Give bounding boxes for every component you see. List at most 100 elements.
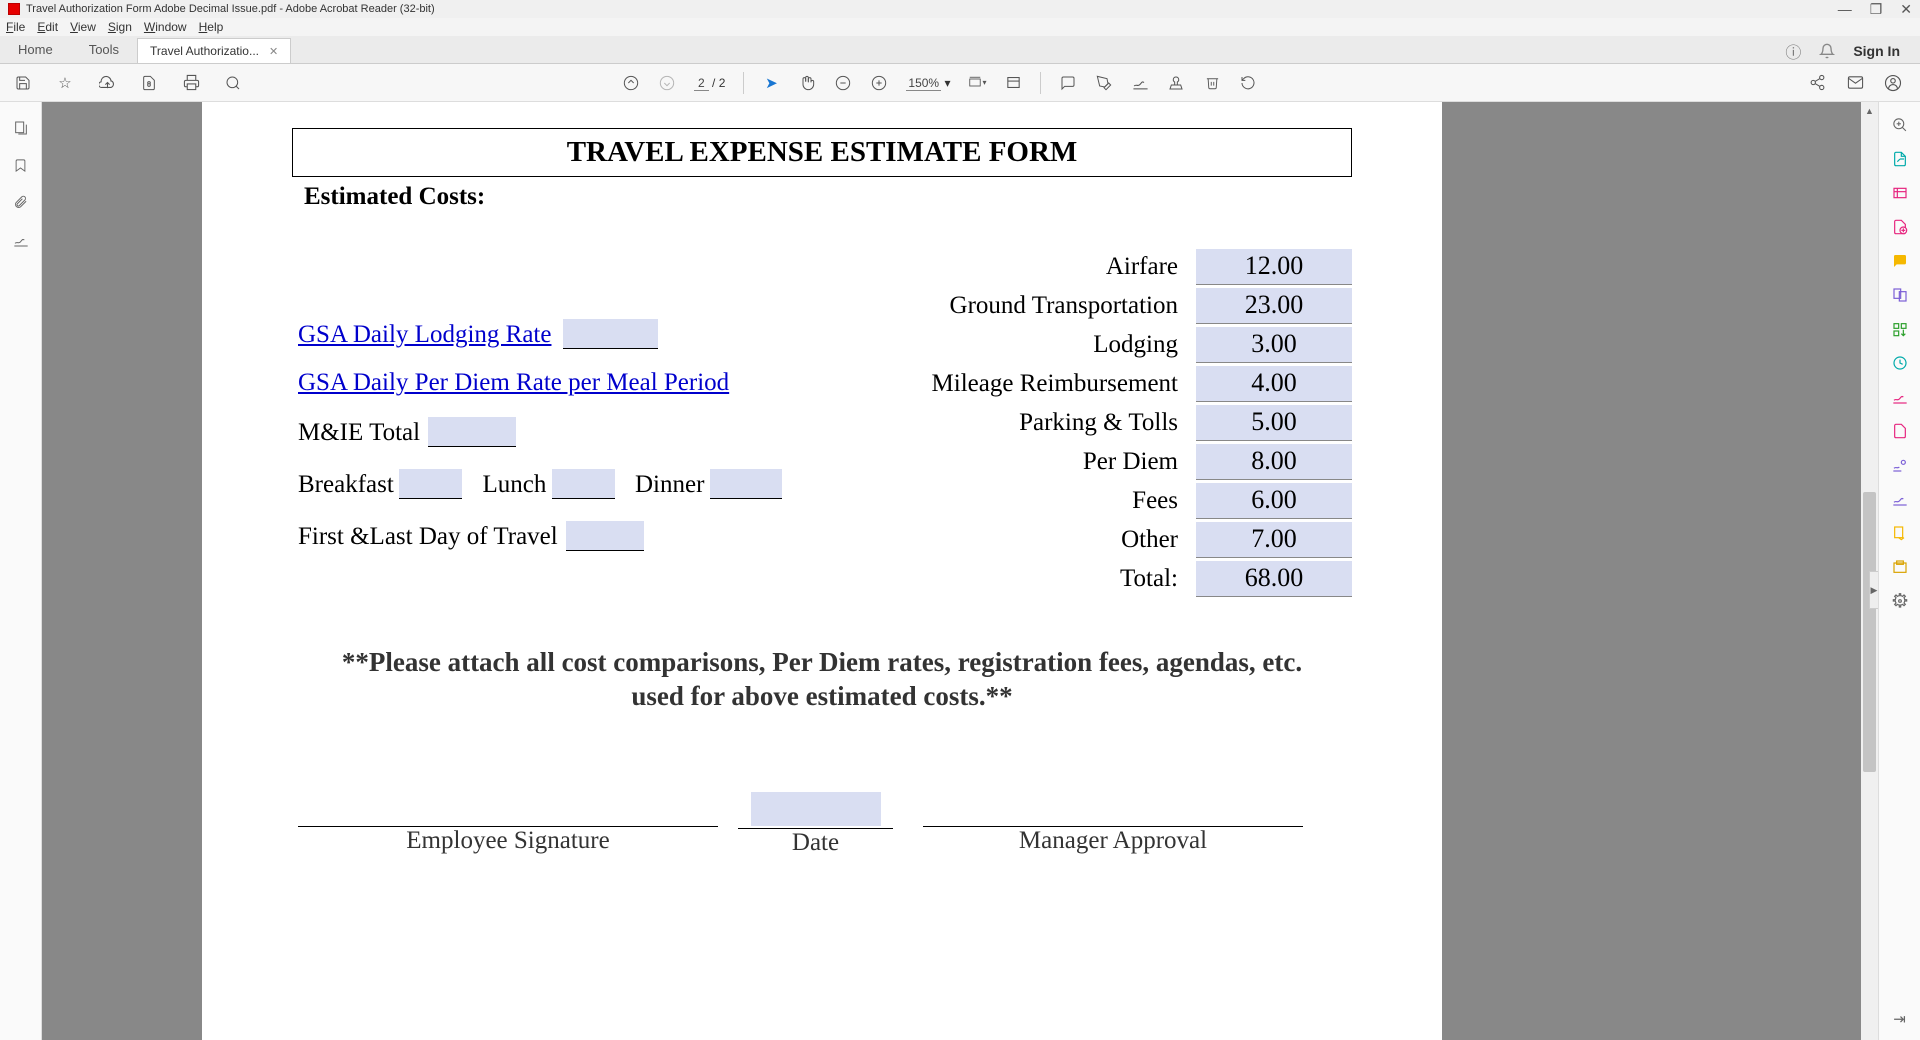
gsa-lodging-link[interactable]: GSA Daily Lodging Rate	[298, 321, 551, 349]
cloud-upload-icon[interactable]	[98, 74, 116, 92]
menu-sign[interactable]: Sign	[108, 20, 132, 34]
lunch-field[interactable]	[552, 469, 615, 499]
comment-icon[interactable]	[1059, 74, 1077, 92]
tab-document[interactable]: Travel Authorizatio... ✕	[137, 38, 291, 63]
signature-panel-icon[interactable]	[13, 232, 29, 248]
left-nav-rail	[0, 102, 42, 1040]
rotate-icon[interactable]	[1239, 74, 1257, 92]
create-pdf-icon[interactable]	[1892, 219, 1908, 235]
star-icon[interactable]: ☆	[56, 74, 74, 92]
search-icon[interactable]	[224, 74, 242, 92]
bell-icon[interactable]	[1819, 43, 1835, 59]
fit-page-icon[interactable]	[1004, 74, 1022, 92]
gsa-lodging-field[interactable]	[563, 319, 658, 349]
export-pdf-icon[interactable]	[1892, 151, 1908, 167]
organize-icon[interactable]	[1892, 321, 1908, 337]
fees-value[interactable]: 6.00	[1196, 483, 1352, 519]
lock-icon[interactable]	[140, 74, 158, 92]
other-value[interactable]: 7.00	[1196, 522, 1352, 558]
parking-value[interactable]: 5.00	[1196, 405, 1352, 441]
edit-pdf-icon[interactable]	[1892, 185, 1908, 201]
lunch-label: Lunch	[482, 471, 546, 499]
right-collapse-handle[interactable]: ▶	[1869, 571, 1878, 609]
highlight-icon[interactable]	[1095, 74, 1113, 92]
airfare-label: Airfare	[782, 253, 1196, 281]
date-field[interactable]	[751, 792, 881, 826]
sign-icon[interactable]	[1131, 74, 1149, 92]
page-indicator[interactable]: 2 / 2	[694, 76, 725, 90]
lodging-value[interactable]: 3.00	[1196, 327, 1352, 363]
menu-edit[interactable]: Edit	[37, 20, 58, 34]
attach-note: **Please attach all cost comparisons, Pe…	[292, 646, 1352, 714]
print-icon[interactable]	[182, 74, 200, 92]
stamp-tool-icon[interactable]	[1892, 559, 1908, 575]
expand-rail-icon[interactable]: ⇥	[1893, 1010, 1906, 1028]
combine-icon[interactable]	[1892, 287, 1908, 303]
gsa-perdiem-link[interactable]: GSA Daily Per Diem Rate per Meal Period	[298, 369, 729, 397]
total-value[interactable]: 68.00	[1196, 561, 1352, 597]
signin-button[interactable]: Sign In	[1853, 43, 1900, 59]
form-title: TRAVEL EXPENSE ESTIMATE FORM	[567, 136, 1078, 168]
account-icon[interactable]	[1884, 74, 1902, 92]
mileage-value[interactable]: 4.00	[1196, 366, 1352, 402]
thumbnails-icon[interactable]	[13, 120, 29, 136]
mileage-label: Mileage Reimbursement	[782, 370, 1196, 398]
request-sign-icon[interactable]	[1892, 491, 1908, 507]
page-up-icon[interactable]	[622, 74, 640, 92]
mie-total-field[interactable]	[428, 417, 516, 447]
scroll-up-icon[interactable]: ▲	[1863, 104, 1876, 117]
search-tool-icon[interactable]	[1891, 116, 1908, 133]
share-icon[interactable]	[1808, 74, 1826, 92]
fit-width-icon[interactable]: ▾	[968, 74, 986, 92]
tab-close-icon[interactable]: ✕	[269, 45, 278, 58]
right-tools-rail: ⇥	[1878, 102, 1920, 1040]
menubar: File Edit View Sign Window Help	[0, 18, 1920, 36]
menu-window[interactable]: Window	[144, 20, 187, 34]
bookmark-icon[interactable]	[13, 158, 28, 173]
redact-icon[interactable]	[1892, 389, 1908, 405]
menu-file[interactable]: File	[6, 20, 25, 34]
titlebar: Travel Authorization Form Adobe Decimal …	[0, 0, 1920, 18]
save-icon[interactable]	[14, 74, 32, 92]
arrow-cursor-icon[interactable]: ➤	[762, 74, 780, 92]
airfare-value[interactable]: 12.00	[1196, 249, 1352, 285]
email-icon[interactable]	[1846, 74, 1864, 92]
lodging-label: Lodging	[782, 331, 1196, 359]
menu-help[interactable]: Help	[199, 20, 224, 34]
hand-icon[interactable]	[798, 74, 816, 92]
stamp-icon[interactable]	[1167, 74, 1185, 92]
pdf-page: TRAVEL EXPENSE ESTIMATE FORM Estimated C…	[202, 102, 1442, 1040]
protect-icon[interactable]	[1892, 423, 1908, 439]
comment-tool-icon[interactable]	[1892, 253, 1908, 269]
attachment-icon[interactable]	[13, 195, 28, 210]
breakfast-label: Breakfast	[298, 471, 394, 499]
scrollbar-thumb[interactable]	[1863, 492, 1876, 772]
breakfast-field[interactable]	[399, 469, 462, 499]
tab-tools[interactable]: Tools	[71, 36, 137, 63]
first-last-field[interactable]	[566, 521, 644, 551]
dinner-field[interactable]	[710, 469, 782, 499]
help-icon[interactable]: ⓘ	[1785, 39, 1801, 63]
zoom-in-icon[interactable]	[870, 74, 888, 92]
menu-view[interactable]: View	[70, 20, 96, 34]
fill-sign-icon[interactable]	[1892, 457, 1908, 473]
employee-signature-label: Employee Signature	[406, 827, 609, 855]
document-viewport[interactable]: TRAVEL EXPENSE ESTIMATE FORM Estimated C…	[42, 102, 1878, 1040]
zoom-level[interactable]: 150% ▾	[906, 76, 950, 90]
close-button[interactable]: ✕	[1900, 1, 1912, 18]
page-down-icon[interactable]	[658, 74, 676, 92]
delete-icon[interactable]	[1203, 74, 1221, 92]
tab-home[interactable]: Home	[0, 36, 71, 63]
compress-icon[interactable]	[1892, 355, 1908, 371]
form-title-box: TRAVEL EXPENSE ESTIMATE FORM	[292, 128, 1352, 177]
perdiem-value[interactable]: 8.00	[1196, 444, 1352, 480]
maximize-button[interactable]: ❐	[1870, 1, 1883, 18]
zoom-out-icon[interactable]	[834, 74, 852, 92]
app-icon	[8, 3, 20, 15]
tab-row: Home Tools Travel Authorizatio... ✕ ⓘ Si…	[0, 36, 1920, 64]
send-comments-icon[interactable]	[1892, 525, 1908, 541]
other-label: Other	[782, 526, 1196, 554]
ground-value[interactable]: 23.00	[1196, 288, 1352, 324]
more-tools-icon[interactable]	[1892, 593, 1908, 609]
minimize-button[interactable]: —	[1838, 1, 1852, 17]
